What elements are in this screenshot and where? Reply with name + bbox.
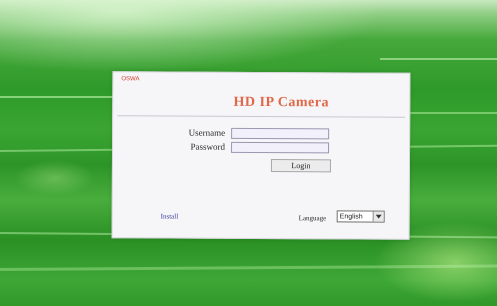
- language-select[interactable]: English: [336, 210, 385, 223]
- login-panel: OSWA HD IP Camera Username Password Logi…: [111, 71, 411, 240]
- wallpaper-stripe: [400, 112, 497, 114]
- page-title: HD IP Camera: [233, 94, 330, 111]
- username-field[interactable]: [231, 127, 330, 140]
- password-field[interactable]: [231, 141, 330, 154]
- wallpaper-stripe: [0, 264, 497, 271]
- chevron-down-icon[interactable]: [372, 211, 384, 222]
- wallpaper-stripe: [0, 96, 120, 98]
- language-label: Language: [298, 214, 327, 223]
- login-button[interactable]: Login: [270, 159, 331, 173]
- install-link[interactable]: Install: [161, 212, 179, 220]
- wallpaper-stripe: [380, 58, 497, 60]
- corner-label: OSWA: [121, 76, 140, 83]
- language-selected-value: English: [339, 212, 363, 221]
- divider: [117, 115, 406, 118]
- username-label: Username: [188, 127, 226, 138]
- password-label: Password: [190, 141, 226, 152]
